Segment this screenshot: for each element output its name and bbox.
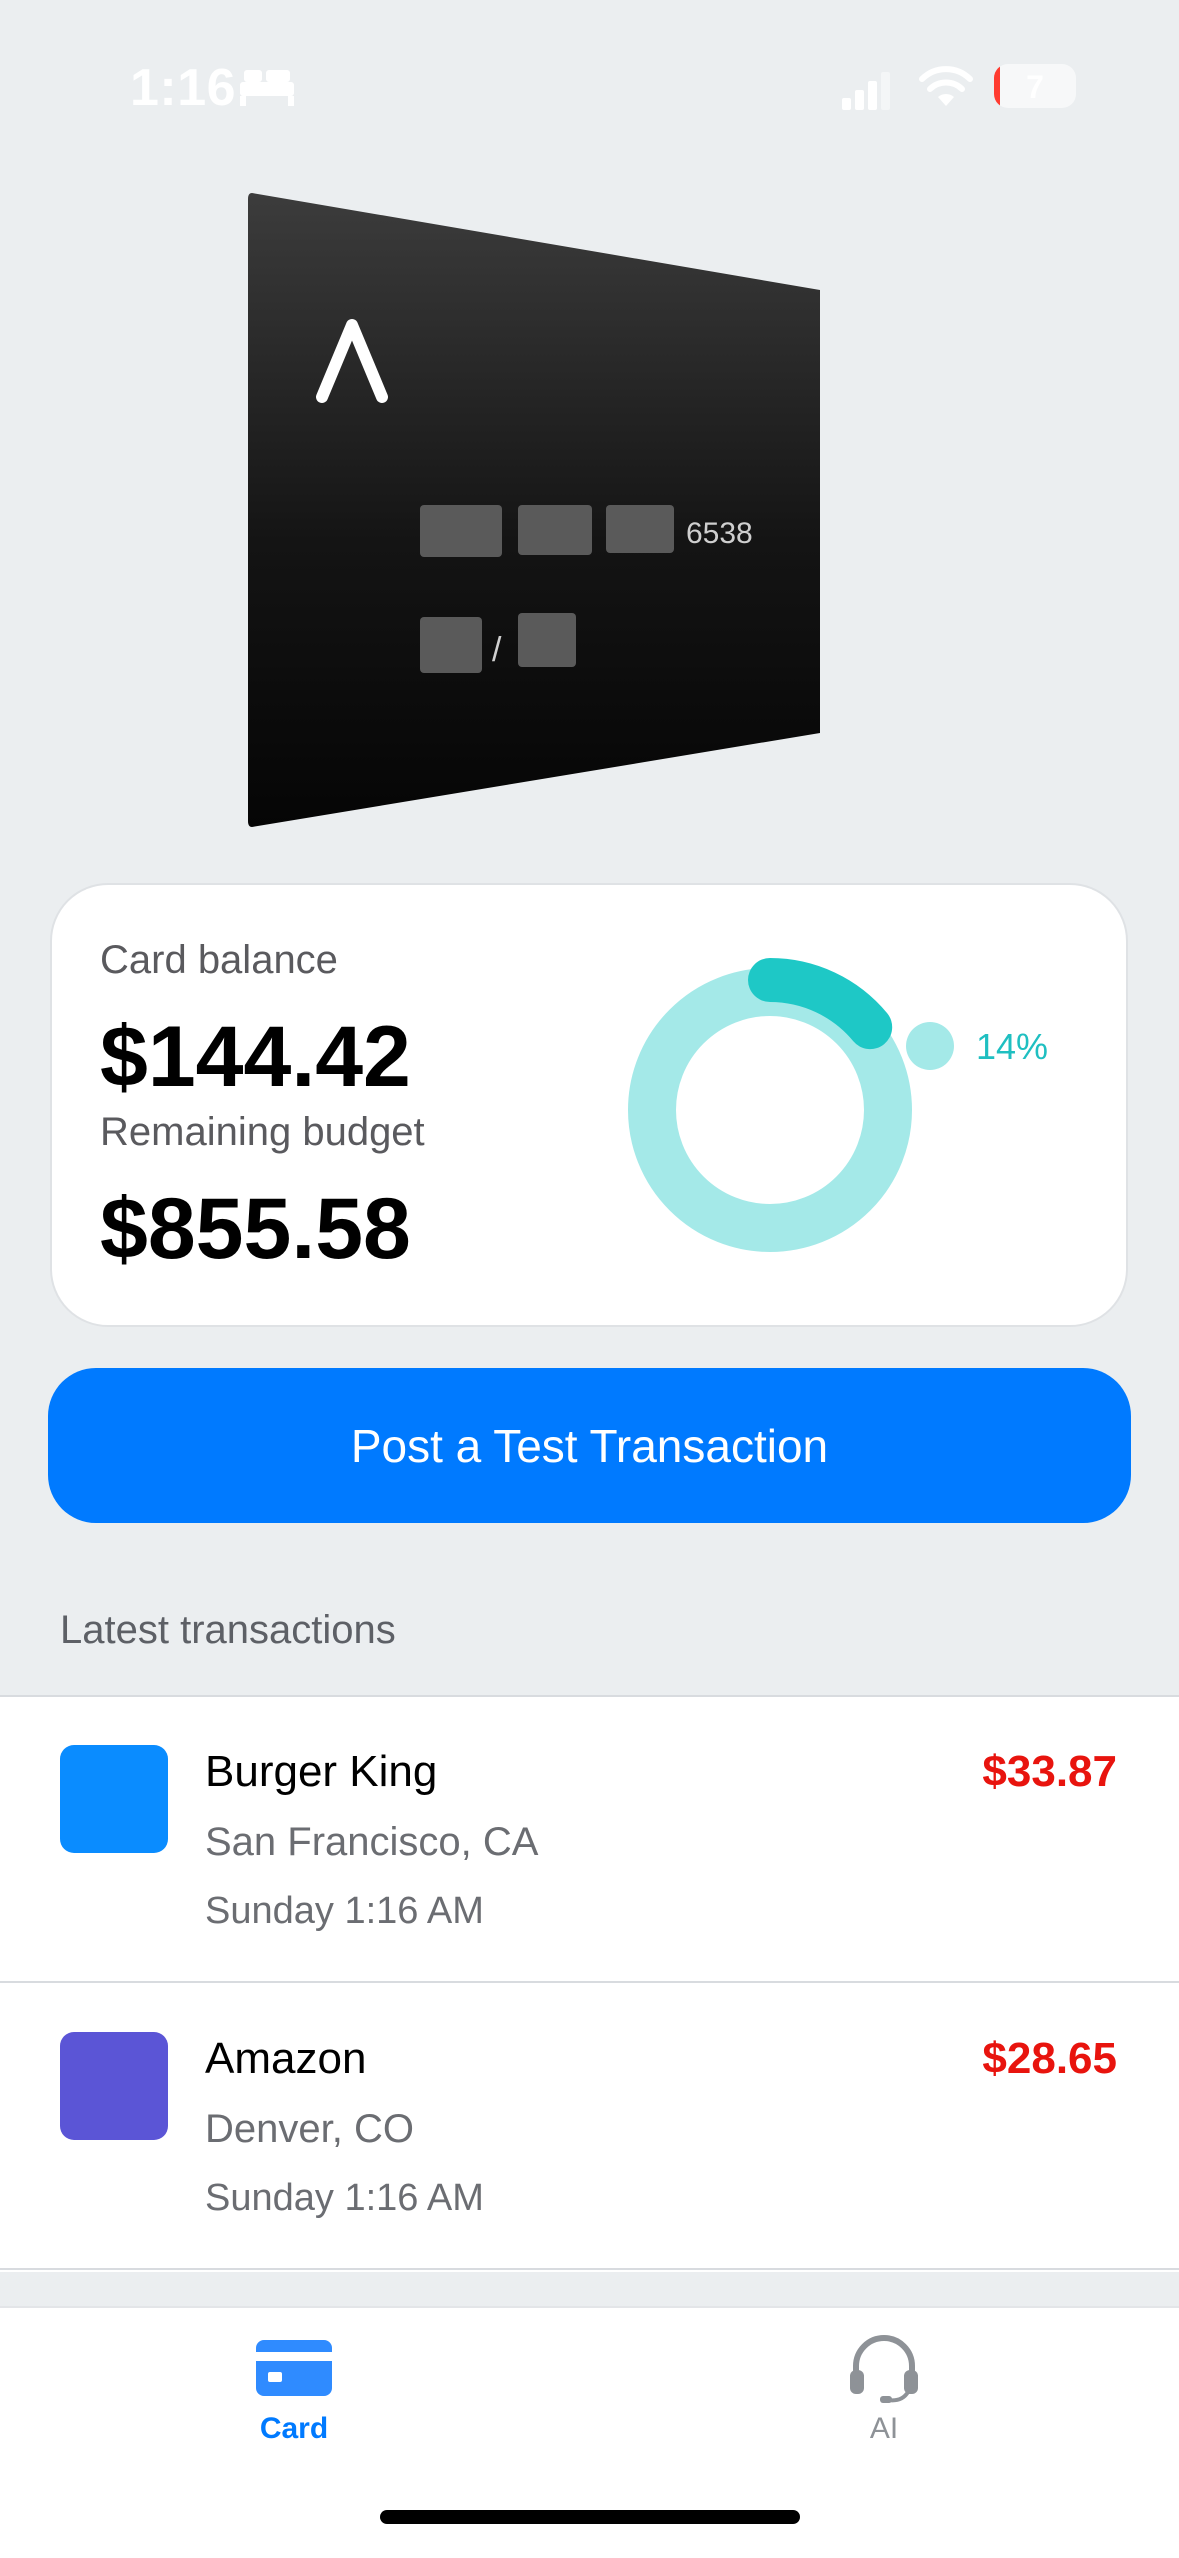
transaction-amount: $33.87 xyxy=(982,1747,1117,1796)
battery-icon: 7 xyxy=(994,64,1076,108)
headset-icon xyxy=(850,2335,918,2403)
merchant-location: San Francisco, CA xyxy=(205,1820,539,1864)
legend-swatch xyxy=(906,1022,954,1070)
battery-level-text: 7 xyxy=(1026,69,1044,105)
wifi-icon xyxy=(919,66,973,106)
transaction-time: Sunday 1:16 AM xyxy=(205,2177,484,2219)
merchant-icon xyxy=(60,1745,168,1853)
card-number-last4: 6538 xyxy=(686,517,753,550)
transaction-amount: $28.65 xyxy=(982,2034,1117,2083)
merchant-location: Denver, CO xyxy=(205,2107,414,2151)
tab-ai[interactable]: AI xyxy=(784,2332,984,2472)
transaction-time: Sunday 1:16 AM xyxy=(205,1890,484,1932)
credit-card-icon xyxy=(256,2340,332,2396)
card-expiry-separator: / xyxy=(492,631,502,669)
merchant-name: Amazon xyxy=(205,2034,367,2083)
transaction-row[interactable]: Burger King San Francisco, CA Sunday 1:1… xyxy=(0,1697,1179,1983)
credit-card-image[interactable]: 6538 / xyxy=(240,185,840,835)
card-balance-value: $144.42 xyxy=(100,1009,411,1105)
transaction-list: Burger King San Francisco, CA Sunday 1:1… xyxy=(0,1695,1179,2272)
latest-transactions-title: Latest transactions xyxy=(60,1608,396,1652)
status-time: 1:16 xyxy=(130,59,237,117)
legend-percent-label: 14% xyxy=(976,1026,1049,1067)
cellular-signal-icon xyxy=(842,72,890,110)
merchant-icon xyxy=(60,2032,168,2140)
card-balance-label: Card balance xyxy=(100,938,338,982)
home-indicator xyxy=(380,2510,800,2524)
tab-ai-label: AI xyxy=(869,2412,899,2445)
merchant-name: Burger King xyxy=(205,1747,438,1796)
tab-card-label: Card xyxy=(259,2412,329,2445)
tab-card[interactable]: Card xyxy=(194,2332,394,2472)
post-test-transaction-button[interactable]: Post a Test Transaction xyxy=(48,1368,1131,1523)
transaction-row[interactable]: Amazon Denver, CO Sunday 1:16 AM $28.65 xyxy=(0,1984,1179,2270)
remaining-budget-label: Remaining budget xyxy=(100,1110,425,1154)
remaining-budget-value: $855.58 xyxy=(100,1181,411,1277)
budget-donut-chart xyxy=(628,958,912,1252)
bed-icon xyxy=(240,70,294,106)
